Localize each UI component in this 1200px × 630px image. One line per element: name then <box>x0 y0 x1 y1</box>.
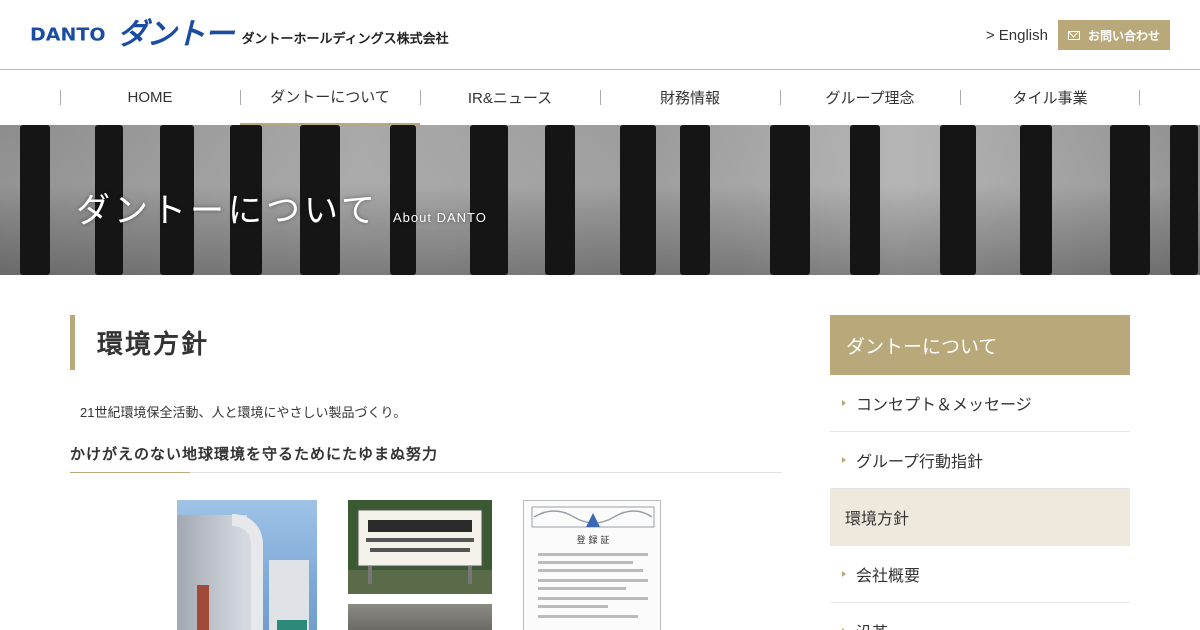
company-name: ダントーホールディングス株式会社 <box>241 30 449 46</box>
banner-photo-figure <box>545 125 575 275</box>
contact-button[interactable]: お問い合わせ <box>1057 20 1170 50</box>
nav-item-ir-news[interactable]: IR&ニュース <box>420 70 600 125</box>
logo-katakana: ダントー <box>117 17 235 52</box>
lead-text: 21世紀環境保全活動、人と環境にやさしい製品づくり。 <box>80 405 407 420</box>
sidebar-item-history[interactable]: 沿革 <box>830 603 1130 630</box>
banner-photo-figure <box>770 125 810 275</box>
sidebar-item-label: グループ行動指針 <box>856 454 984 471</box>
iso-certificate-photo[interactable]: 登 録 証 <box>523 500 661 630</box>
svg-text:登 録 証: 登 録 証 <box>577 534 610 546</box>
sidebar: ダントーについて コンセプト＆メッセージ グループ行動指針 環境方針 会社概要 … <box>830 315 1130 630</box>
sidebar-item-label: 会社概要 <box>856 568 921 585</box>
arrow-right-icon <box>842 400 846 406</box>
header-utility: > English お問い合わせ <box>986 20 1170 50</box>
mail-icon <box>1067 30 1080 40</box>
page-title: 環境方針 <box>70 315 782 370</box>
nav-item-finance[interactable]: 財務情報 <box>600 70 780 125</box>
sidebar-item-environment-policy[interactable]: 環境方針 <box>830 489 1130 546</box>
recycling-sign-image <box>348 500 492 594</box>
banner-title-jp: ダントーについて <box>76 191 379 231</box>
banner-photo-figure <box>1020 125 1052 275</box>
nav-item-about[interactable]: ダントーについて <box>240 70 420 125</box>
photo-gallery: 登 録 証 <box>70 500 782 630</box>
nav-item-tile-business[interactable]: タイル事業 <box>960 70 1140 125</box>
banner-photo-figure <box>940 125 976 275</box>
main-content: 環境方針 21世紀環境保全活動、人と環境にやさしい製品づくり。 かけがえのない地… <box>70 315 782 630</box>
sidebar-item-label: 環境方針 <box>845 511 910 528</box>
banner-title: ダントーについて About DANTO <box>76 183 487 232</box>
banner-photo-figure <box>680 125 710 275</box>
nav-item-home[interactable]: HOME <box>60 70 240 125</box>
storage-photo[interactable] <box>348 604 492 630</box>
factory-photo-image <box>177 514 309 630</box>
arrow-right-icon <box>842 457 846 463</box>
logo-wordmark: DANTO <box>30 24 106 46</box>
section-heading: かけがえのない地球環境を守るためにたゆまぬ努力 <box>70 443 782 473</box>
factory-photo[interactable] <box>177 500 317 630</box>
banner-photo-figure <box>620 125 656 275</box>
banner-photo-figure <box>20 125 50 275</box>
sidebar-heading[interactable]: ダントーについて <box>830 315 1130 375</box>
arrow-right-icon <box>842 571 846 577</box>
nav-item-philosophy[interactable]: グループ理念 <box>780 70 960 125</box>
sidebar-item-label: 沿革 <box>856 619 888 630</box>
sidebar-item-label: コンセプト＆メッセージ <box>856 397 1032 414</box>
global-nav: HOME ダントーについて IR&ニュース 財務情報 グループ理念 タイル事業 <box>60 70 1140 125</box>
sidebar-item-group-guidelines[interactable]: グループ行動指針 <box>830 432 1130 489</box>
sidebar-item-company-profile[interactable]: 会社概要 <box>830 546 1130 603</box>
contact-button-label: お問い合わせ <box>1087 28 1160 43</box>
site-logo[interactable]: DANTO ダントー ダントーホールディングス株式会社 <box>30 18 449 52</box>
page-banner: ダントーについて About DANTO <box>0 125 1200 275</box>
recycling-sign-photo[interactable] <box>348 500 492 594</box>
sidebar-item-concept[interactable]: コンセプト＆メッセージ <box>830 375 1130 432</box>
english-link[interactable]: > English <box>986 27 1048 44</box>
banner-photo-figure <box>1170 125 1198 275</box>
banner-title-en: About DANTO <box>392 210 487 225</box>
iso-certificate-image: 登 録 証 <box>531 506 655 618</box>
site-header: DANTO ダントー ダントーホールディングス株式会社 > English お問… <box>0 0 1200 70</box>
banner-photo-figure <box>850 125 880 275</box>
banner-photo-figure <box>1110 125 1150 275</box>
